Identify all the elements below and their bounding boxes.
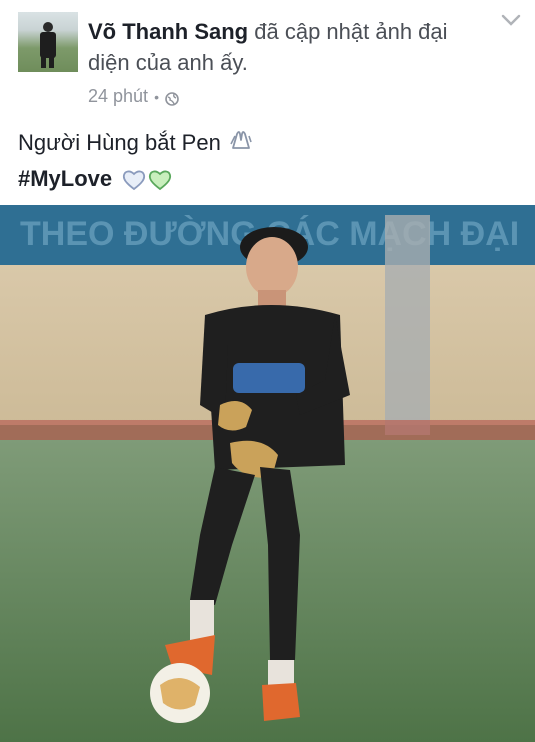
chevron-down-icon[interactable]: [500, 12, 522, 28]
post-meta: 24 phút •: [88, 86, 179, 107]
globe-icon[interactable]: [165, 90, 179, 106]
hearts-icon: [122, 169, 172, 191]
caption-text: Người Hùng bắt Pen: [18, 130, 221, 155]
meta-separator: •: [154, 88, 159, 105]
pillar: [385, 215, 430, 435]
post-caption: Người Hùng bắt Pen: [18, 128, 253, 160]
author-name-link[interactable]: Võ Thanh Sang: [88, 19, 248, 44]
post-header: Võ Thanh Sang đã cập nhật ảnh đại diện c…: [0, 0, 535, 120]
avatar-figure-body: [40, 32, 56, 58]
post-headline: Võ Thanh Sang đã cập nhật ảnh đại diện c…: [88, 16, 488, 78]
hashtag-link[interactable]: #MyLove: [18, 166, 112, 191]
hashtag-line: #MyLove: [18, 164, 172, 194]
praying-hands-icon: [227, 128, 253, 160]
green-heart-icon: [149, 170, 172, 191]
blue-heart-icon: [123, 170, 146, 191]
avatar-figure-head: [43, 22, 53, 32]
post-timestamp[interactable]: 24 phút: [88, 86, 148, 107]
avatar-figure-leg: [41, 56, 46, 68]
post-photo[interactable]: THEO ĐƯỜNG CÁC MẠCH ĐẠI: [0, 205, 535, 742]
avatar-figure-leg: [49, 56, 54, 68]
profile-avatar[interactable]: [18, 12, 78, 72]
